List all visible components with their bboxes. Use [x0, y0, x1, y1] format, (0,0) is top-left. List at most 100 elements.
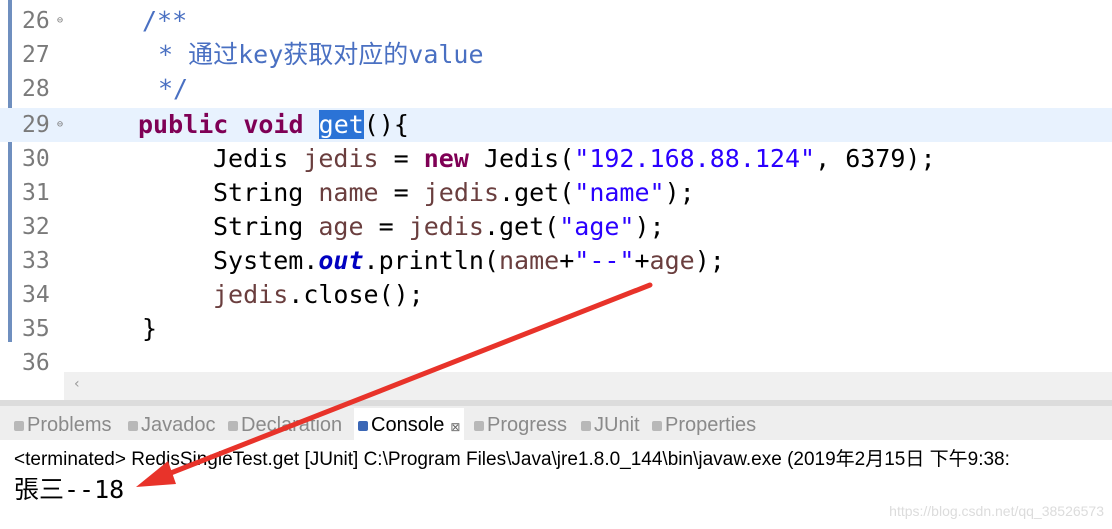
variable: name — [318, 178, 379, 207]
tab-label: Declaration — [241, 414, 343, 436]
variable: jedis — [408, 212, 484, 241]
console-status-line: <terminated> RedisSingleTest.get [JUnit]… — [14, 449, 1010, 470]
scroll-left-icon[interactable]: ‹ — [74, 376, 80, 392]
variable: jedis — [303, 144, 379, 173]
tab-label: Javadoc — [141, 414, 216, 436]
code-op: + — [634, 246, 650, 275]
type-name: String — [213, 178, 304, 207]
code-text: } — [142, 314, 158, 343]
code-op: = — [378, 178, 424, 207]
line-number: 32 — [22, 214, 50, 240]
code-text: /** — [142, 6, 188, 35]
string-literal: "--" — [574, 246, 635, 275]
javadoc-icon — [128, 420, 138, 431]
code-punct: ); — [664, 178, 695, 207]
comment-text: 通过key获取对应的value — [188, 40, 484, 69]
progress-icon — [474, 420, 484, 431]
tab-label: JUnit — [594, 414, 640, 436]
view-tab-bar: Problems Javadoc Declaration Console ⊠ Pr… — [0, 400, 1112, 443]
code-call: .get( — [483, 212, 560, 241]
line-number: 34 — [22, 282, 50, 308]
variable: name — [498, 246, 560, 275]
code-line-26[interactable]: 26 ⊖ /** — [0, 4, 1112, 38]
code-punct: (){ — [363, 110, 409, 139]
code-call: .close(); — [288, 280, 424, 309]
code-line-30[interactable]: 30 Jedis jedis = new Jedis("192.168.88.1… — [0, 142, 1112, 176]
declaration-icon — [228, 420, 238, 431]
line-number: 30 — [22, 146, 50, 172]
code-editor[interactable]: 26 ⊖ /** 27 * 通过key获取对应的value 28 */ 29 ⊖… — [0, 0, 1112, 400]
code-text: System.out.println(name+"--"+age); — [213, 244, 725, 278]
line-number: 33 — [22, 248, 50, 274]
code-text: */ — [158, 74, 189, 103]
code-call: Jedis( — [468, 144, 575, 173]
code-text: Jedis jedis = new Jedis("192.168.88.124"… — [213, 142, 936, 176]
code-text: public void get(){ — [138, 108, 409, 142]
line-number: 26 — [22, 8, 50, 34]
variable: age — [318, 212, 364, 241]
code-line-34[interactable]: 34 jedis.close(); — [0, 278, 1112, 312]
code-punct: ); — [694, 246, 725, 275]
code-text: String name = jedis.get("name"); — [213, 176, 695, 210]
code-line-32[interactable]: 32 String age = jedis.get("age"); — [0, 210, 1112, 244]
watermark: https://blog.csdn.net/qq_38526573 — [889, 503, 1104, 519]
class-name: System. — [213, 246, 319, 275]
comment-star: * — [158, 40, 189, 69]
static-field: out — [318, 246, 364, 275]
fold-collapse-icon[interactable]: ⊖ — [57, 4, 65, 38]
tab-console[interactable]: Console ⊠ — [354, 408, 465, 443]
line-number: 36 — [22, 350, 50, 376]
string-literal: "age" — [559, 212, 635, 241]
tab-label: Problems — [27, 414, 112, 436]
tab-progress[interactable]: Progress — [474, 414, 567, 437]
tab-declaration[interactable]: Declaration — [228, 414, 342, 437]
console-icon — [358, 420, 368, 431]
code-call: .get( — [499, 178, 575, 207]
properties-icon — [652, 420, 662, 431]
line-number: 28 — [22, 76, 50, 102]
console-output: 張三--18 — [14, 475, 125, 504]
type-name: Jedis — [213, 144, 289, 173]
tab-properties[interactable]: Properties — [652, 414, 756, 437]
tab-label: Progress — [487, 414, 568, 436]
problems-icon — [14, 420, 24, 431]
tab-label: Properties — [665, 414, 757, 436]
line-number: 31 — [22, 180, 50, 206]
line-number: 29 — [22, 112, 50, 138]
tab-junit[interactable]: JUnit — [581, 414, 640, 437]
selected-text: get — [318, 110, 364, 139]
type-name: String — [213, 212, 304, 241]
code-op: = — [378, 144, 424, 173]
close-icon[interactable]: ⊠ — [450, 420, 460, 434]
code-call: .println( — [363, 246, 499, 275]
code-text: * 通过key获取对应的value — [158, 38, 484, 72]
code-text: jedis.close(); — [213, 278, 424, 312]
code-line-33[interactable]: 33 System.out.println(name+"--"+age); — [0, 244, 1112, 278]
string-literal: "192.168.88.124" — [574, 144, 816, 173]
code-line-27[interactable]: 27 * 通过key获取对应的value — [0, 38, 1112, 72]
tab-problems[interactable]: Problems — [14, 414, 111, 437]
variable: jedis — [213, 280, 289, 309]
code-text: String age = jedis.get("age"); — [213, 210, 665, 244]
console-panel[interactable]: <terminated> RedisSingleTest.get [JUnit]… — [0, 440, 1112, 529]
variable: jedis — [423, 178, 500, 207]
code-op: = — [363, 212, 409, 241]
code-line-28[interactable]: 28 */ — [0, 72, 1112, 106]
code-line-29[interactable]: 29 ⊖ public void get(){ — [0, 108, 1112, 142]
code-op: + — [559, 246, 575, 275]
junit-icon — [581, 420, 591, 431]
tab-label: Console — [371, 414, 445, 436]
tab-javadoc[interactable]: Javadoc — [128, 414, 216, 437]
code-line-35[interactable]: 35 } — [0, 312, 1112, 346]
horizontal-scrollbar[interactable]: ‹ — [64, 372, 1112, 400]
code-line-31[interactable]: 31 String name = jedis.get("name"); — [0, 176, 1112, 210]
keyword: new — [423, 144, 469, 173]
variable: age — [649, 246, 695, 275]
line-number: 27 — [22, 42, 50, 68]
string-literal: "name" — [574, 178, 665, 207]
fold-collapse-icon[interactable]: ⊖ — [57, 108, 65, 142]
code-punct: , 6379); — [815, 144, 936, 173]
line-number: 35 — [22, 316, 50, 342]
code-punct: ); — [634, 212, 665, 241]
keyword: public void — [138, 110, 304, 139]
